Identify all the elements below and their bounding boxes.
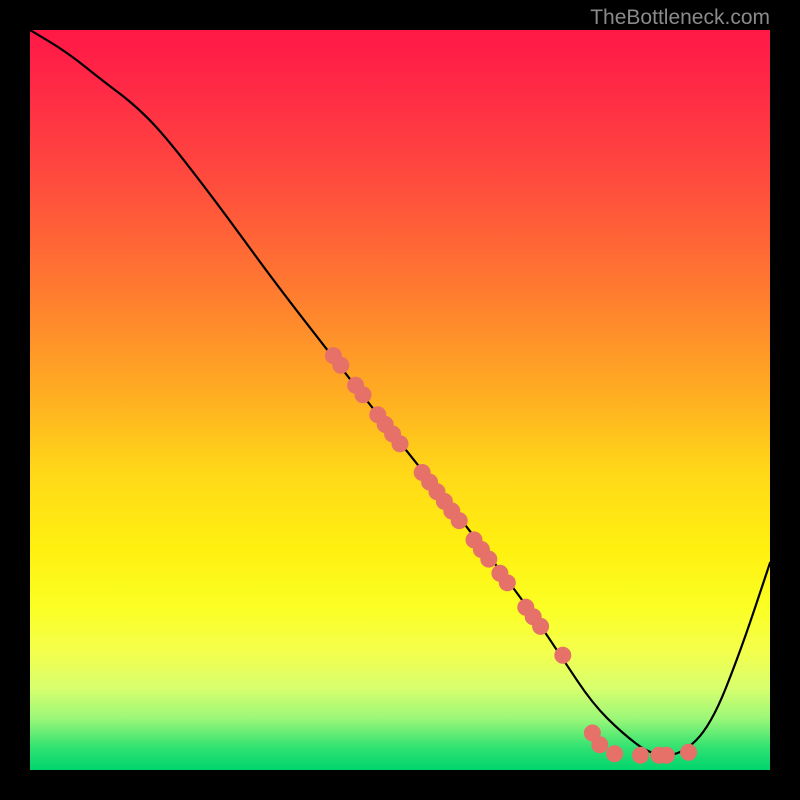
curve-marker [499,575,515,591]
chart-plot-area [30,30,770,770]
curve-marker [481,551,497,567]
curve-marker [355,387,371,403]
curve-marker [607,746,623,762]
watermark-text: TheBottleneck.com [590,6,770,30]
curve-marker [633,747,649,763]
curve-marker [533,618,549,634]
curve-marker [451,513,467,529]
chart-overlay-svg [30,30,770,770]
curve-marker [555,647,571,663]
curve-markers [325,348,696,764]
curve-marker [592,737,608,753]
curve-marker [333,357,349,373]
curve-marker [681,744,697,760]
chart-frame: TheBottleneck.com [0,0,800,800]
curve-marker [658,747,674,763]
curve-marker [392,436,408,452]
bottleneck-curve [30,30,770,755]
